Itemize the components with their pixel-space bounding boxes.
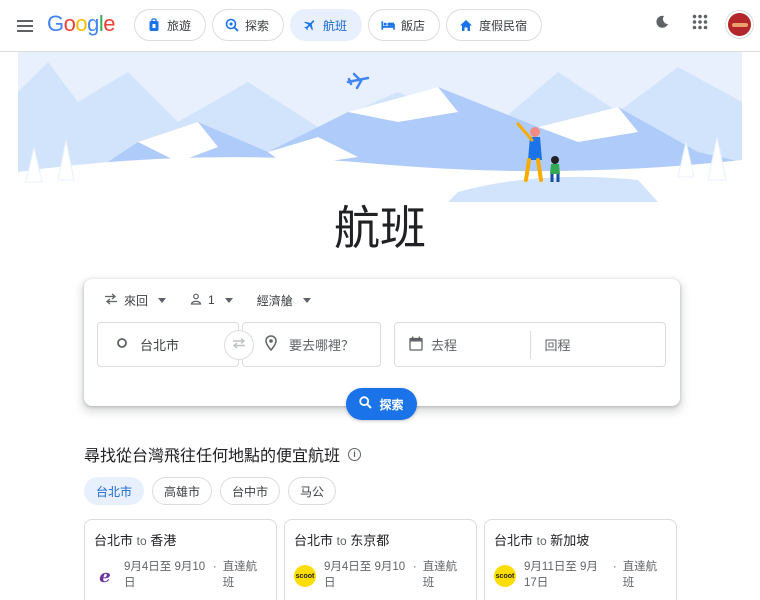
passengers-value: 1 — [208, 293, 215, 307]
search-button-label: 探索 — [379, 397, 404, 412]
bed-icon — [381, 18, 395, 32]
destination-cards: 台北市 to 香港 e 9月4日至 9月10日 · 直達航班 台北市 to 东京… — [84, 519, 677, 600]
route-to-word: to — [536, 534, 547, 548]
flight-search-card: 來回 1 經濟艙 台北市 要去哪裡？ 去程 回程 探索 — [84, 279, 680, 420]
airplane-icon — [303, 18, 317, 32]
separator-dot: · — [212, 561, 217, 573]
depart-date-input[interactable]: 去程 — [395, 323, 530, 366]
google-apps-button[interactable] — [688, 13, 712, 37]
cheap-flights-heading: 尋找從台灣飛往任何地點的便宜航班 i — [84, 442, 362, 466]
route-details: scoot 9月11日至 9月17日 · 直達航班 — [494, 559, 667, 591]
depart-placeholder: 去程 — [431, 338, 458, 353]
eva-air-logo-icon: e — [99, 565, 111, 587]
route-to-word: to — [136, 534, 147, 548]
route-origin: 台北市 — [294, 533, 334, 548]
dark-mode-button[interactable] — [650, 13, 674, 37]
scoot-logo-icon: scoot — [294, 565, 316, 587]
search-button[interactable]: 探索 — [346, 388, 417, 420]
origin-circle-icon — [116, 337, 128, 352]
origin-field[interactable]: 台北市 — [97, 322, 239, 367]
destination-placeholder: 要去哪裡？ — [289, 338, 355, 353]
chevron-down-icon — [158, 297, 167, 303]
date-range-field: 去程 回程 — [394, 322, 666, 367]
city-tab-kaohsiung[interactable]: 高雄市 — [152, 477, 213, 505]
swap-arrows-icon — [104, 293, 118, 308]
flights-hero-illustration — [18, 52, 742, 202]
search-icon — [359, 396, 373, 412]
route-details: e 9月4日至 9月10日 · 直達航班 — [94, 559, 267, 591]
location-pin-icon — [265, 335, 277, 354]
page-title: 航班 — [334, 201, 426, 255]
route-dates: 9月11日至 9月17日 — [524, 561, 598, 589]
section-title: 尋找從台灣飛往任何地點的便宜航班 — [84, 448, 341, 465]
suitcase-icon — [147, 18, 161, 32]
destination-card-tokyo[interactable]: 台北市 to 东京都 scoot 9月4日至 9月10日 · 直達航班 — [284, 519, 477, 600]
main-menu-button[interactable] — [12, 12, 40, 40]
swap-locations-button[interactable] — [224, 330, 254, 360]
top-app-bar: Google 旅遊 探索 航班 飯店 度假民宿 — [0, 0, 760, 52]
calendar-icon — [409, 336, 423, 354]
nav-chip-explore[interactable]: 探索 — [212, 9, 285, 41]
nav-chip-vacation-rentals[interactable]: 度假民宿 — [446, 9, 543, 41]
route-destination: 东京都 — [350, 533, 390, 548]
route-info: 9月4日至 9月10日 · 直達航班 — [324, 559, 467, 591]
nav-chip-label: 旅遊 — [167, 18, 192, 33]
separator-dot: · — [412, 561, 417, 573]
scoot-logo-icon: scoot — [494, 565, 516, 587]
route-dates: 9月4日至 9月10日 — [324, 561, 406, 589]
info-icon[interactable]: i — [348, 447, 362, 461]
route-details: scoot 9月4日至 9月10日 · 直達航班 — [294, 559, 467, 591]
chevron-down-icon — [302, 297, 311, 303]
explore-icon — [225, 18, 239, 32]
cabin-class-value: 經濟艙 — [256, 293, 293, 308]
swap-horiz-icon — [231, 336, 247, 354]
header-actions — [650, 11, 753, 38]
city-tab-taipei[interactable]: 台北市 — [84, 477, 145, 505]
apps-grid-icon — [692, 14, 708, 35]
route-destination: 香港 — [150, 533, 177, 548]
route-flight-type: 直達航班 — [422, 561, 458, 589]
route-destination: 新加坡 — [550, 533, 590, 548]
destination-card-hong-kong[interactable]: 台北市 to 香港 e 9月4日至 9月10日 · 直達航班 — [84, 519, 277, 600]
route-origin: 台北市 — [94, 533, 134, 548]
route-title: 台北市 to 新加坡 — [494, 530, 667, 549]
passengers-select[interactable]: 1 — [190, 291, 233, 309]
nav-chip-travel[interactable]: 旅遊 — [134, 9, 207, 41]
city-tab-taichung[interactable]: 台中市 — [220, 477, 281, 505]
account-avatar[interactable] — [726, 11, 753, 38]
route-title: 台北市 to 香港 — [94, 530, 267, 549]
nav-chip-label: 飯店 — [401, 18, 426, 33]
home-icon — [459, 18, 473, 32]
route-origin: 台北市 — [494, 533, 534, 548]
person-icon — [190, 293, 202, 308]
route-title: 台北市 to 东京都 — [294, 530, 467, 549]
nav-chip-flights[interactable]: 航班 — [290, 9, 363, 41]
destination-card-singapore[interactable]: 台北市 to 新加坡 scoot 9月11日至 9月17日 · 直達航班 — [484, 519, 677, 600]
google-logo[interactable]: Google — [47, 11, 116, 37]
search-options: 來回 1 經濟艙 — [104, 291, 311, 309]
route-info: 9月11日至 9月17日 · 直達航班 — [524, 559, 667, 591]
moon-icon — [655, 15, 669, 34]
nav-chip-label: 度假民宿 — [479, 18, 528, 33]
destination-field[interactable]: 要去哪裡？ — [242, 322, 381, 367]
city-tab-magong[interactable]: 马公 — [288, 477, 337, 505]
route-dates: 9月4日至 9月10日 — [124, 561, 206, 589]
nav-chip-label: 航班 — [323, 18, 348, 33]
travel-nav: 旅遊 探索 航班 飯店 度假民宿 — [134, 9, 543, 41]
route-flight-type: 直達航班 — [222, 561, 258, 589]
return-date-input[interactable]: 回程 — [531, 323, 666, 366]
origin-value: 台北市 — [140, 338, 180, 353]
trip-type-value: 來回 — [124, 293, 149, 308]
chevron-down-icon — [224, 297, 233, 303]
origin-city-tabs: 台北市 高雄市 台中市 马公 — [84, 477, 337, 505]
nav-chip-hotels[interactable]: 飯店 — [368, 9, 441, 41]
cabin-class-select[interactable]: 經濟艙 — [257, 291, 311, 309]
route-flight-type: 直達航班 — [622, 561, 658, 589]
return-placeholder: 回程 — [544, 338, 571, 353]
nav-chip-label: 探索 — [245, 18, 270, 33]
route-info: 9月4日至 9月10日 · 直達航班 — [124, 559, 267, 591]
route-to-word: to — [336, 534, 347, 548]
trip-type-select[interactable]: 來回 — [104, 291, 167, 309]
separator-dot: · — [612, 561, 617, 573]
